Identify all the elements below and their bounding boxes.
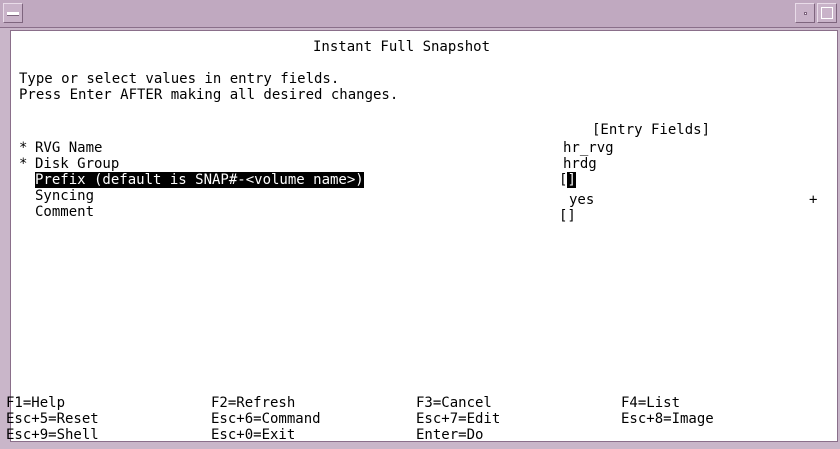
field-label-syncing: Syncing bbox=[35, 188, 95, 204]
field-value-rvg-name[interactable]: hr_rvg bbox=[563, 140, 614, 156]
field-label-disk-group: Disk Group bbox=[35, 156, 120, 172]
smit-screen: Instant Full Snapshot Type or select val… bbox=[6, 30, 838, 443]
field-value-comment[interactable]: [] bbox=[559, 208, 576, 224]
prefix-open-bracket: [ bbox=[559, 172, 568, 188]
key-esc6-command[interactable]: Esc+6=Command bbox=[211, 411, 321, 427]
window-menu-button[interactable] bbox=[3, 3, 23, 23]
instruction-line-2: Press Enter AFTER making all desired cha… bbox=[19, 87, 399, 103]
maximize-button[interactable] bbox=[817, 3, 837, 23]
key-enter-do[interactable]: Enter=Do bbox=[416, 427, 483, 443]
maximize-icon bbox=[821, 7, 833, 19]
key-esc0-exit[interactable]: Esc+0=Exit bbox=[211, 427, 295, 443]
field-label-comment: Comment bbox=[35, 204, 95, 220]
required-marker: * bbox=[19, 140, 28, 156]
field-value-syncing[interactable]: yes bbox=[569, 192, 594, 208]
text-cursor: ] bbox=[567, 172, 576, 188]
entry-fields-header: [Entry Fields] bbox=[592, 122, 711, 138]
field-label-prefix: Prefix (default is SNAP#-<volume name>) bbox=[35, 172, 364, 188]
key-esc9-shell[interactable]: Esc+9=Shell bbox=[6, 427, 99, 443]
terminal-window: Instant Full Snapshot Type or select val… bbox=[0, 0, 840, 449]
list-indicator[interactable]: + bbox=[809, 192, 817, 208]
minimize-button[interactable] bbox=[795, 3, 815, 23]
key-f3-cancel[interactable]: F3=Cancel bbox=[416, 395, 492, 411]
field-value-prefix[interactable]: [] bbox=[559, 172, 576, 188]
key-f4-list[interactable]: F4=List bbox=[621, 395, 680, 411]
key-esc8-image[interactable]: Esc+8=Image bbox=[621, 411, 714, 427]
key-f2-refresh[interactable]: F2=Refresh bbox=[211, 395, 295, 411]
window-titlebar[interactable] bbox=[0, 0, 840, 28]
key-f1-help[interactable]: F1=Help bbox=[6, 395, 65, 411]
key-esc7-edit[interactable]: Esc+7=Edit bbox=[416, 411, 500, 427]
field-label-rvg-name: RVG Name bbox=[35, 140, 103, 156]
key-esc5-reset[interactable]: Esc+5=Reset bbox=[6, 411, 99, 427]
required-marker: * bbox=[19, 156, 28, 172]
instruction-line-1: Type or select values in entry fields. bbox=[19, 71, 340, 87]
field-value-disk-group[interactable]: hrdg bbox=[563, 156, 597, 172]
window-menu-icon bbox=[7, 12, 19, 16]
page-title: Instant Full Snapshot bbox=[313, 39, 491, 55]
minimize-icon bbox=[804, 12, 807, 15]
